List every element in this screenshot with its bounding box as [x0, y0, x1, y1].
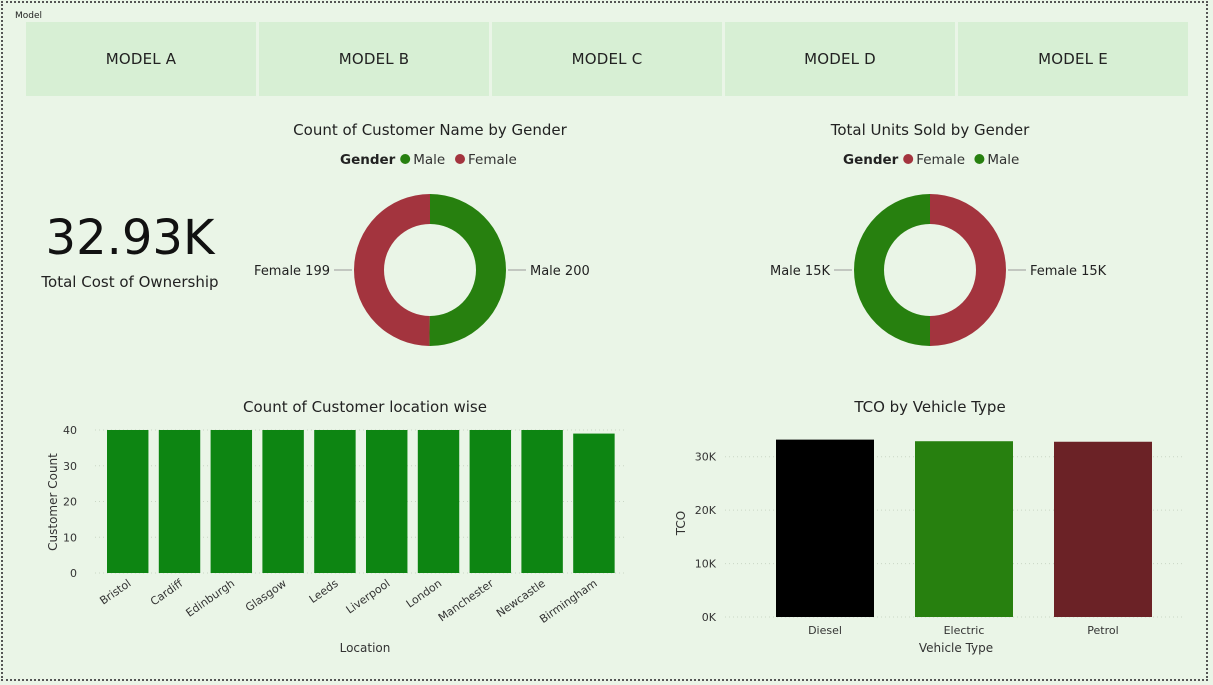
bar-leeds: [314, 430, 356, 573]
slicer-model-c[interactable]: MODEL C: [492, 22, 722, 96]
y-axis-title: Customer Count: [46, 453, 60, 551]
legend-marker: [455, 154, 465, 164]
chart-title: Count of Customer location wise: [243, 398, 487, 416]
chart-legend: Gender Male Female: [340, 152, 517, 168]
bar-london: [417, 430, 460, 573]
x-tick-label: Petrol: [1087, 624, 1118, 637]
kpi-label: Total Cost of Ownership: [41, 273, 219, 291]
bar-bristol: [107, 430, 149, 573]
x-tick-label: Edinburgh: [184, 577, 238, 620]
legend-marker: [400, 154, 411, 164]
bar-birmingham: [573, 433, 615, 573]
gender-customer-donut-chart[interactable]: Count of Customer Name by Gender Gender Ma…: [240, 110, 620, 360]
data-label: Male 15K: [770, 264, 830, 279]
x-tick-label: Electric: [944, 624, 985, 637]
slicer-model-e[interactable]: MODEL E: [958, 22, 1188, 96]
legend-item: Male: [987, 152, 1019, 168]
chart-legend: Gender Female Male: [843, 152, 1019, 168]
legend-item: Male: [413, 152, 445, 168]
x-tick-label: Leeds: [307, 577, 341, 606]
y-tick-label: 20K: [695, 504, 717, 517]
page-label: Model: [15, 11, 43, 21]
x-axis-title: Location: [340, 641, 391, 655]
bar-diesel: [776, 439, 874, 617]
x-tick-label: Liverpool: [344, 577, 393, 617]
slicer-model-b[interactable]: MODEL B: [259, 22, 489, 96]
y-tick-label: 10K: [695, 558, 717, 571]
donut-slice-male: [429, 194, 506, 346]
bar-liverpool: [366, 430, 408, 573]
y-tick-label: 20: [63, 496, 77, 509]
x-tick-label: London: [404, 577, 445, 611]
legend-marker: [903, 154, 914, 164]
legend-title: Gender: [843, 152, 899, 168]
location-bar-chart[interactable]: Count of Customer location wise 0 10 20 30 40…: [40, 390, 640, 670]
chart-title: TCO by Vehicle Type: [853, 398, 1005, 416]
donut-slice-male: [854, 194, 930, 346]
donut-slice-female: [930, 194, 1006, 346]
y-tick-label: 10: [63, 531, 77, 544]
chart-title: Total Units Sold by Gender: [830, 121, 1030, 139]
y-axis-title: TCO: [674, 511, 688, 536]
bar-glasgow: [262, 430, 304, 573]
y-tick-label: 0: [70, 567, 77, 580]
x-tick-label: Manchester: [436, 577, 497, 625]
y-tick-label: 40: [63, 424, 77, 437]
legend-title: Gender: [340, 152, 396, 168]
x-tick-label: Glasgow: [243, 577, 289, 614]
x-tick-label: Diesel: [808, 624, 842, 637]
y-tick-label: 0K: [702, 611, 717, 624]
x-tick-label: Bristol: [97, 577, 133, 608]
bar-cardiff: [158, 430, 201, 573]
chart-title: Count of Customer Name by Gender: [293, 121, 567, 139]
x-tick-label: Birmingham: [537, 577, 599, 626]
vehicle-tco-bar-chart[interactable]: TCO by Vehicle Type 0K 10K 20K 30K Diesel Elec…: [670, 390, 1200, 670]
donut-slice-female: [353, 194, 430, 346]
legend-item: Female: [468, 152, 517, 168]
data-label: Male 200: [530, 264, 590, 279]
bar-manchester: [469, 430, 512, 573]
y-tick-label: 30: [63, 460, 77, 473]
gender-units-donut-chart[interactable]: Total Units Sold by Gender Gender Female Ma…: [740, 110, 1120, 360]
data-label: Female 199: [254, 264, 330, 279]
legend-item: Female: [916, 152, 965, 168]
slicer-model-d[interactable]: MODEL D: [725, 22, 955, 96]
x-tick-label: Cardiff: [148, 577, 186, 609]
y-tick-label: 30K: [695, 451, 717, 464]
slicer-model-a[interactable]: MODEL A: [26, 22, 256, 96]
legend-marker: [974, 154, 985, 164]
bar-petrol: [1054, 441, 1152, 617]
kpi-value: 32.93K: [45, 210, 215, 266]
model-slicer: MODEL A MODEL B MODEL C MODEL D MODEL E: [26, 22, 1188, 96]
data-label: Female 15K: [1030, 264, 1107, 279]
bar-electric: [915, 441, 1013, 617]
bar-edinburgh: [210, 430, 253, 573]
x-axis-title: Vehicle Type: [919, 641, 993, 655]
bar-newcastle: [521, 430, 563, 573]
